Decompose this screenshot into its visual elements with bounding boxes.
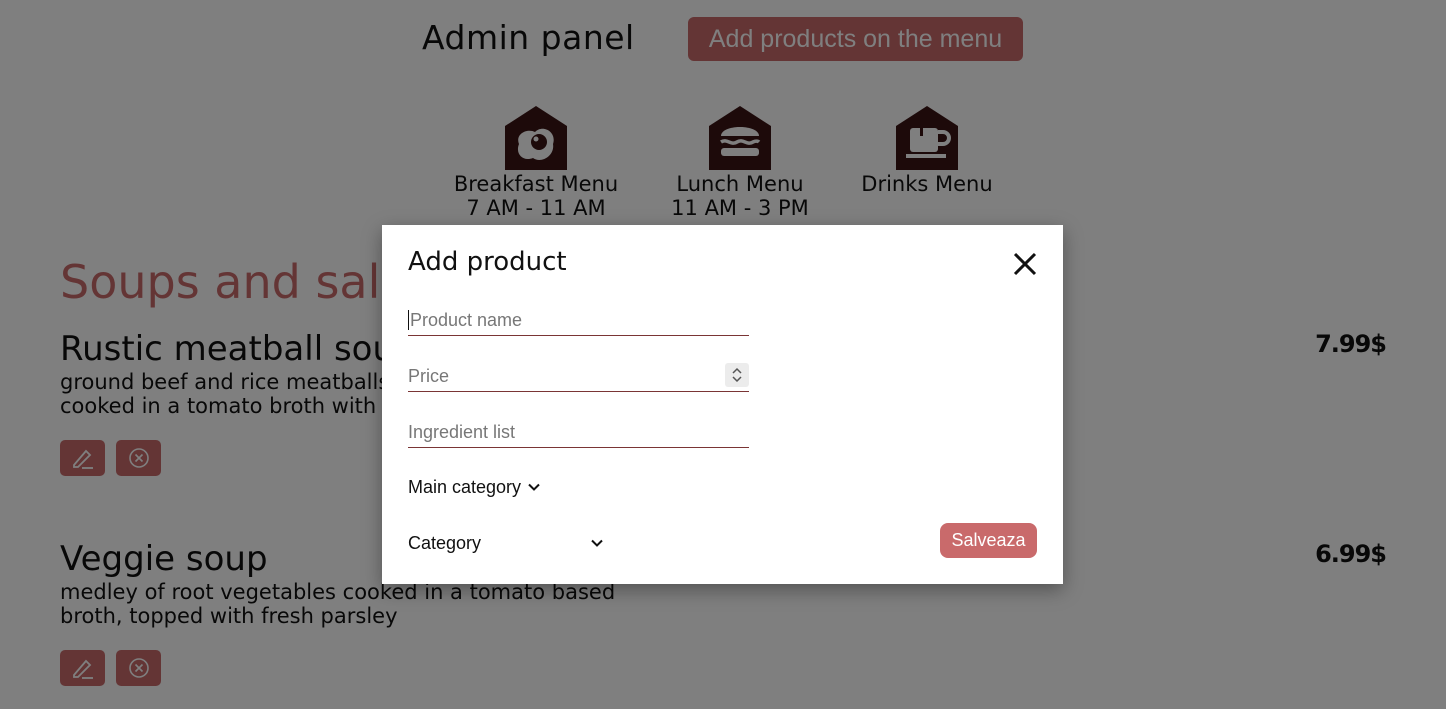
add-product-modal: Add product Product name Price Ingredien… bbox=[382, 225, 1063, 584]
category-label: Category bbox=[408, 532, 482, 553]
text-caret bbox=[408, 310, 409, 330]
product-name-placeholder: Product name bbox=[410, 309, 523, 330]
close-button[interactable] bbox=[1010, 249, 1040, 279]
product-name-input[interactable]: Product name bbox=[408, 305, 749, 336]
chevron-down-icon bbox=[528, 483, 540, 491]
price-input[interactable]: Price bbox=[408, 361, 749, 392]
admin-page: Admin panel Add products on the menu Bre… bbox=[0, 0, 1446, 709]
save-button[interactable]: Salveaza bbox=[940, 523, 1037, 558]
category-select[interactable]: Category bbox=[408, 531, 604, 555]
modal-title: Add product bbox=[408, 247, 567, 277]
main-category-label: Main category bbox=[408, 476, 522, 497]
price-placeholder: Price bbox=[408, 365, 450, 386]
close-icon bbox=[1013, 252, 1037, 276]
number-spinner[interactable] bbox=[725, 363, 749, 387]
ingredient-list-placeholder: Ingredient list bbox=[408, 421, 516, 442]
spinner-arrows-icon bbox=[732, 367, 742, 383]
main-category-select[interactable]: Main category bbox=[408, 475, 541, 499]
chevron-down-icon bbox=[591, 539, 603, 547]
ingredient-list-input[interactable]: Ingredient list bbox=[408, 417, 749, 448]
